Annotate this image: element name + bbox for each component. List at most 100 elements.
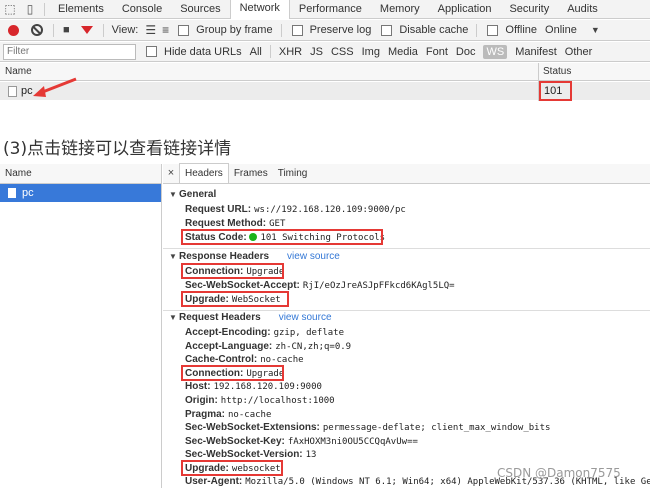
request-headers-section-header[interactable]: ▼ Request Headers view source: [169, 312, 332, 323]
tab-application[interactable]: Application: [429, 0, 501, 19]
general-title: General: [179, 189, 217, 200]
preserve-log-label: Preserve log: [309, 24, 372, 36]
filter-type-font[interactable]: Font: [426, 46, 448, 58]
filter-type-doc[interactable]: Doc: [456, 46, 476, 58]
clear-icon[interactable]: [31, 24, 43, 36]
screenshot-icon[interactable]: ■: [63, 24, 70, 36]
close-icon[interactable]: ×: [163, 164, 179, 183]
tab-network[interactable]: Network: [229, 0, 290, 19]
toolbar-separator: [476, 23, 478, 37]
tab-performance[interactable]: Performance: [290, 0, 371, 19]
disable-cache-checkbox[interactable]: [381, 24, 393, 36]
toolbar-separator: [53, 23, 54, 37]
expand-triangle-icon: ▼: [169, 190, 177, 199]
offline-checkbox[interactable]: [487, 24, 499, 36]
request-detail-panel: Name pc × Headers Frames Timing ▼ General…: [0, 163, 650, 488]
filter-type-css[interactable]: CSS: [331, 46, 354, 58]
tab-audits[interactable]: Audits: [558, 0, 607, 19]
filter-icon[interactable]: [80, 26, 93, 34]
column-name[interactable]: Name: [0, 164, 161, 184]
request-name: pc: [22, 187, 34, 199]
inspect-element-icon[interactable]: ⬚: [0, 0, 20, 18]
column-status[interactable]: Status: [543, 66, 571, 77]
column-name[interactable]: Name: [5, 66, 32, 77]
tab-sources[interactable]: Sources: [171, 0, 229, 19]
section-divider: [163, 248, 650, 249]
tab-console[interactable]: Console: [113, 0, 171, 19]
header-line: Sec-WebSocket-Accept: RjI/eOzJreASJpFFkcd…: [185, 280, 455, 291]
general-section-header[interactable]: ▼ General: [169, 189, 216, 200]
status-highlight-box: [539, 81, 572, 101]
overview-icon[interactable]: ≡: [162, 23, 169, 37]
expand-triangle-icon: ▼: [169, 252, 177, 261]
section-divider: [163, 310, 650, 311]
device-toolbar-icon[interactable]: ▯: [20, 0, 40, 18]
tab-timing[interactable]: Timing: [273, 165, 313, 183]
network-panel: ⬚ ▯ Elements Console Sources Network Per…: [0, 0, 650, 101]
document-icon: [8, 86, 17, 97]
filter-type-js[interactable]: JS: [310, 46, 323, 58]
document-icon: [8, 188, 16, 198]
filter-type-ws[interactable]: WS: [483, 44, 508, 59]
header-line: Request URL: ws://192.168.120.109:9000/pc: [185, 204, 406, 215]
group-by-frame-checkbox[interactable]: [178, 24, 190, 36]
header-line: Accept-Language: zh-CN,zh;q=0.9: [185, 341, 352, 352]
filter-type-manifest[interactable]: Manifest: [515, 46, 557, 58]
filter-separator: [269, 45, 271, 58]
header-line: Sec-WebSocket-Version: 13: [185, 449, 317, 460]
chevron-down-icon[interactable]: ▼: [591, 25, 600, 35]
caption-text: (3)点击链接可以查看链接详情: [3, 139, 232, 159]
header-line: Request Method: GET: [185, 218, 286, 229]
hide-data-urls-checkbox[interactable]: [146, 46, 157, 57]
devtools-tabbar: ⬚ ▯ Elements Console Sources Network Per…: [0, 0, 650, 19]
header-line: Cache-Control: no-cache: [185, 354, 304, 365]
disable-cache-label: Disable cache: [399, 24, 469, 36]
tab-frames[interactable]: Frames: [229, 165, 273, 183]
request-row-selected[interactable]: pc: [0, 184, 161, 202]
view-source-link[interactable]: view source: [287, 251, 340, 262]
filter-type-xhr[interactable]: XHR: [279, 46, 302, 58]
header-line: Origin: http://localhost:1000: [185, 395, 335, 406]
view-source-link[interactable]: view source: [279, 312, 332, 323]
toolbar-separator: [102, 23, 104, 37]
upgrade-highlight-box: [181, 460, 283, 476]
filter-type-media[interactable]: Media: [388, 46, 418, 58]
large-rows-icon[interactable]: ☰: [145, 23, 156, 37]
tab-memory[interactable]: Memory: [371, 0, 429, 19]
filter-type-img[interactable]: Img: [362, 46, 380, 58]
headers-pane: × Headers Frames Timing ▼ General Request…: [163, 163, 650, 488]
preserve-log-checkbox[interactable]: [291, 24, 303, 36]
upgrade-highlight-box: [181, 291, 289, 307]
annotation-arrow-icon: [33, 77, 77, 97]
request-list: Name pc: [0, 164, 162, 488]
header-line: Sec-WebSocket-Key: fAxHOXM3ni0OU5CCQqAvUw…: [185, 436, 418, 447]
network-toolbar: ■ View: ☰ ≡ Group by frame Preserve log …: [0, 20, 650, 41]
view-label: View:: [111, 24, 139, 36]
tab-elements[interactable]: Elements: [49, 0, 113, 19]
tab-headers[interactable]: Headers: [179, 163, 229, 183]
status-code-highlight-box: [181, 229, 383, 245]
filter-bar: Hide data URLs All XHR JS CSS Img Media …: [0, 42, 650, 62]
toolbar-separator: [280, 23, 282, 37]
header-line: Pragma: no-cache: [185, 409, 272, 420]
filter-input[interactable]: [3, 43, 136, 60]
request-headers-title: Request Headers: [179, 312, 261, 323]
filter-type-all[interactable]: All: [250, 46, 262, 58]
header-line: Sec-WebSocket-Extensions: permessage-defl…: [185, 422, 551, 433]
header-line: Accept-Encoding: gzip, deflate: [185, 327, 345, 338]
detail-tabbar: × Headers Frames Timing: [163, 163, 650, 184]
watermark: CSDN @Damon7575: [497, 466, 621, 480]
connection-highlight-box: [181, 263, 284, 279]
offline-label: Offline: [505, 24, 538, 36]
throttling-select[interactable]: Online: [545, 24, 577, 36]
header-line: Host: 192.168.120.109:9000: [185, 381, 322, 392]
expand-triangle-icon: ▼: [169, 313, 177, 322]
tab-security[interactable]: Security: [500, 0, 558, 19]
response-headers-title: Response Headers: [179, 251, 270, 262]
connection-highlight-box: [181, 365, 284, 381]
hide-data-urls-label: Hide data URLs: [164, 45, 242, 58]
record-icon[interactable]: [8, 24, 19, 36]
tabbar-separator: [44, 2, 45, 16]
response-headers-section-header[interactable]: ▼ Response Headers view source: [169, 251, 340, 262]
filter-type-other[interactable]: Other: [565, 46, 593, 58]
